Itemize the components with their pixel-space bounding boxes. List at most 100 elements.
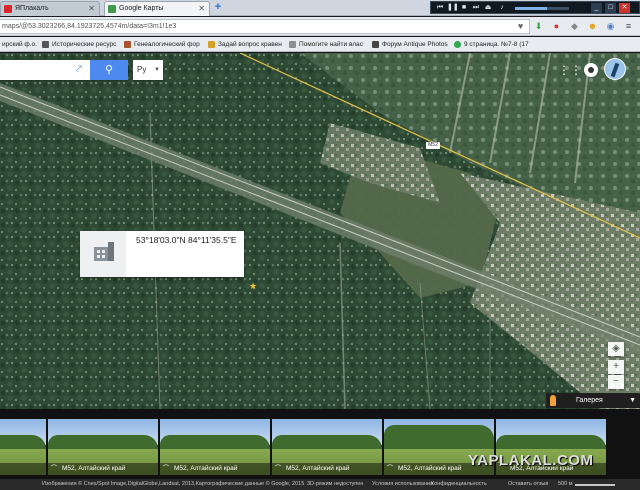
- bookmark-heart-icon[interactable]: ♥: [514, 20, 527, 33]
- bookmark-label: Генеалогический фор: [134, 41, 200, 48]
- bookmark-item[interactable]: Помогите найти влас: [289, 39, 363, 50]
- url-field[interactable]: maps/@53.3023266,84.1923725,4574m/data=!…: [0, 19, 530, 34]
- photo-caption: ⌒ М52, Алтайский край: [272, 463, 382, 475]
- playback-progress[interactable]: [515, 7, 569, 10]
- panorama-icon: ⌒: [163, 466, 170, 472]
- close-tab-icon[interactable]: ✕: [198, 2, 205, 15]
- language-value: Ру: [137, 65, 147, 74]
- new-tab-button[interactable]: +: [212, 2, 224, 14]
- bookmark-item[interactable]: Исторические ресурс: [42, 39, 116, 50]
- bookmark-item[interactable]: Генеалогический фор: [124, 39, 200, 50]
- footer-privacy-link[interactable]: Конфиденциальность: [431, 479, 487, 490]
- language-select[interactable]: Ру ▼: [133, 60, 163, 80]
- panorama-icon: ⌒: [387, 466, 394, 472]
- panorama-icon: ⌒: [51, 466, 58, 472]
- bookmark-item[interactable]: Форум Antique Photos: [372, 39, 448, 50]
- address-bar: maps/@53.3023266,84.1923725,4574m/data=!…: [0, 17, 640, 36]
- tab-yaplakal[interactable]: ЯПлакалъ ✕: [0, 1, 100, 16]
- tab-google-maps[interactable]: Google Карты ✕: [104, 1, 210, 16]
- close-window-icon[interactable]: ✕: [619, 3, 630, 13]
- photo-caption: ⌒ М52, Алтайский край: [48, 463, 158, 475]
- extension-icon[interactable]: ◆: [568, 20, 581, 33]
- photo-caption: ⌒ М52, Алтайский край: [160, 463, 270, 475]
- attribution-text: Изображения © Cnes/Spot Image,DigitalGlo…: [42, 481, 305, 487]
- playback-progress-fill: [515, 7, 548, 10]
- scale-label: 500 м: [558, 481, 573, 487]
- prev-icon[interactable]: ⏮: [435, 3, 445, 13]
- minimize-icon[interactable]: _: [591, 3, 602, 13]
- photo-thumbnail[interactable]: ⌒: [0, 419, 46, 475]
- bookmark-favicon-icon: [454, 41, 461, 48]
- footer-feedback-link[interactable]: Оставить отзыв: [508, 479, 548, 490]
- building-icon: [80, 231, 126, 277]
- bookmark-item[interactable]: ирский ф.о.: [0, 39, 37, 50]
- photo-thumbnail[interactable]: ⌒ М52, Алтайский край: [160, 419, 270, 475]
- bookmark-label: Задай вопрос кравен: [218, 41, 282, 48]
- compass-button[interactable]: ◈: [608, 342, 624, 356]
- location-info-card[interactable]: 53°18'03.0"N 84°11'35.5"E: [80, 231, 244, 277]
- next-icon[interactable]: ⏭: [471, 3, 481, 13]
- download-icon[interactable]: ⬇: [532, 20, 545, 33]
- bookmark-label: Исторические ресурс: [52, 41, 117, 48]
- photo-thumbnail[interactable]: ⌒ М52, Алтайский край: [272, 419, 382, 475]
- bookmark-label: 9 страница. №7-8 (17: [464, 41, 529, 48]
- adblock-icon[interactable]: ●: [550, 20, 563, 33]
- bookmarks-bar: ирский ф.о. Исторические ресурс Генеалог…: [0, 37, 640, 52]
- stop-icon[interactable]: ■: [459, 3, 469, 13]
- zoom-controls: ◈ + −: [608, 342, 624, 398]
- bookmark-favicon-icon: [372, 41, 379, 48]
- photo-caption: ⌒: [0, 463, 46, 475]
- maximize-icon[interactable]: □: [605, 3, 616, 13]
- gallery-label: Галерея: [576, 397, 603, 404]
- gallery-toggle[interactable]: Галерея ▼: [546, 393, 640, 408]
- search-icon: ⚲: [104, 64, 114, 76]
- location-coordinates[interactable]: 53°18'03.0"N 84°11'35.5"E: [136, 235, 237, 245]
- footer-3d-status[interactable]: 3D-режим недоступен: [307, 479, 363, 490]
- search-box: ⤤ ⚲: [0, 60, 128, 80]
- close-tab-icon[interactable]: ✕: [88, 2, 95, 15]
- scale-bar: [575, 484, 615, 486]
- tab-title: ЯПлакалъ: [15, 5, 49, 12]
- addon-icon[interactable]: ☻: [586, 20, 599, 33]
- media-player-bar: ⏮ ❚❚ ■ ⏭ ⏏ ♪ _ □ ✕: [430, 1, 640, 14]
- browser-window: ЯПлакалъ ✕ Google Карты ✕ + ⏮ ❚❚ ■ ⏭ ⏏ ♪…: [0, 0, 640, 490]
- bookmark-item[interactable]: 9 страница. №7-8 (17: [454, 39, 529, 50]
- location-star-icon[interactable]: ★: [249, 282, 257, 291]
- yaplakal-favicon-icon: [4, 5, 12, 13]
- bookmark-label: ирский ф.о.: [2, 41, 37, 48]
- bookmark-label: Помогите найти влас: [299, 41, 363, 48]
- tab-bar: ЯПлакалъ ✕ Google Карты ✕ + ⏮ ❚❚ ■ ⏭ ⏏ ♪…: [0, 0, 640, 16]
- apps-grid-icon[interactable]: ⋮⋮: [558, 63, 582, 77]
- chevron-down-icon: ▼: [629, 397, 636, 404]
- menu-icon[interactable]: ≡: [622, 20, 635, 33]
- search-button[interactable]: ⚲: [90, 60, 128, 80]
- avatar[interactable]: [604, 58, 626, 80]
- tab-title: Google Карты: [119, 5, 164, 12]
- zoom-out-button[interactable]: −: [608, 375, 624, 389]
- volume-icon[interactable]: ♪: [497, 3, 507, 13]
- bookmark-favicon-icon: [42, 41, 49, 48]
- bookmark-favicon-icon: [289, 41, 296, 48]
- addon-globe-icon[interactable]: ◉: [604, 20, 617, 33]
- bookmark-favicon-icon: [124, 41, 131, 48]
- pause-icon[interactable]: ❚❚: [447, 3, 459, 13]
- notifications-icon[interactable]: [584, 63, 598, 77]
- photo-thumbnail[interactable]: ⌒ М52, Алтайский край: [48, 419, 158, 475]
- zoom-in-button[interactable]: +: [608, 360, 624, 374]
- search-input[interactable]: [0, 60, 68, 80]
- chevron-down-icon: ▼: [154, 67, 160, 73]
- google-maps-favicon-icon: [108, 5, 116, 13]
- eject-icon[interactable]: ⏏: [483, 3, 493, 13]
- road-label: М52: [426, 142, 440, 149]
- footer-terms-link[interactable]: Условия использования: [372, 479, 433, 490]
- bookmark-favicon-icon: [208, 41, 215, 48]
- bookmark-item[interactable]: Задай вопрос кравен: [208, 39, 282, 50]
- bookmark-label: Форум Antique Photos: [382, 41, 448, 48]
- watermark: YAPLAKAL.COM: [468, 452, 594, 469]
- directions-button[interactable]: ⤤: [68, 60, 90, 80]
- compass-icon: ◈: [612, 343, 620, 354]
- pegman-icon[interactable]: [550, 395, 556, 406]
- map-footer: Изображения © Cnes/Spot Image,DigitalGlo…: [0, 479, 640, 490]
- directions-icon: ⤤: [76, 64, 82, 75]
- panorama-icon: ⌒: [275, 466, 282, 472]
